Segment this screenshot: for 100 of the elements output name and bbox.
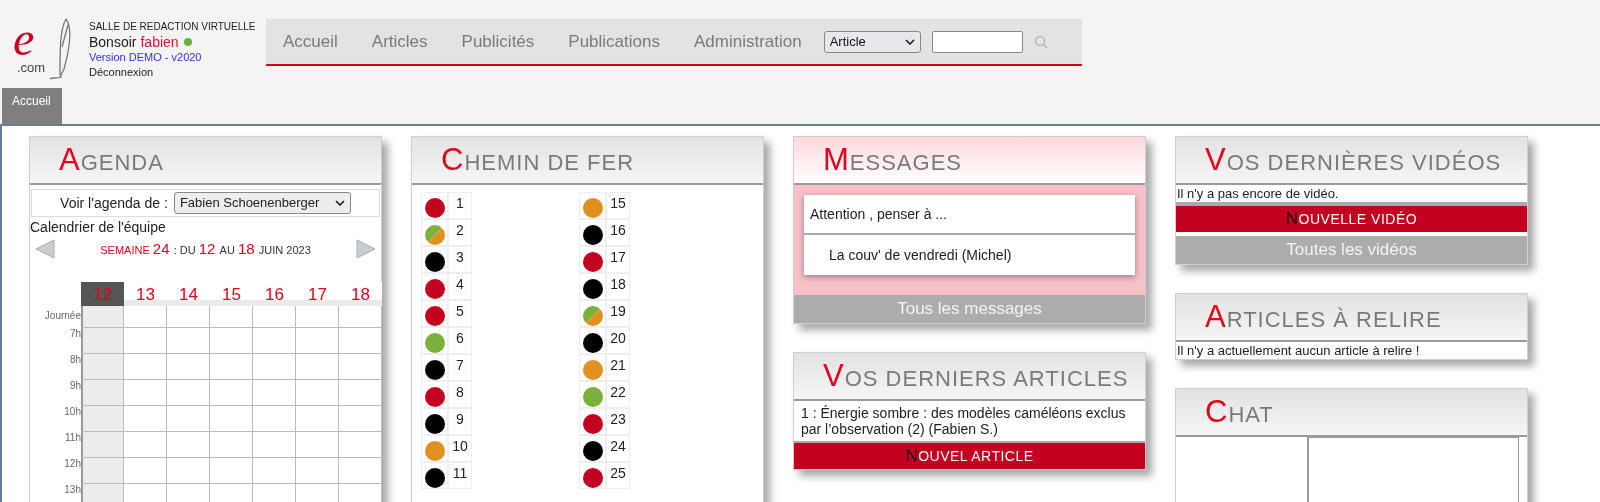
hour-label: 11h [64, 432, 81, 445]
page-number: 1 [448, 192, 472, 219]
card-title: ARTICLES À RELIRE [1205, 297, 1442, 336]
hour-label: 9h [68, 380, 81, 393]
nav-link[interactable]: Publications [568, 28, 660, 55]
calendar-slot[interactable] [81, 354, 124, 380]
empty-message: Il n'y a actuellement aucun article à relire ! [1176, 342, 1421, 359]
page-number: 3 [448, 246, 472, 273]
calendar-slot[interactable] [253, 354, 296, 380]
calendar-slot[interactable] [253, 380, 296, 406]
tab[interactable]: Accueil [2, 88, 62, 124]
day-header[interactable]: 18 [339, 282, 382, 306]
calendar-slot[interactable] [124, 354, 167, 380]
card-title: VOS DERNIERS ARTICLES [823, 356, 1129, 395]
page-number: 16 [606, 219, 630, 246]
page-number: 11 [448, 462, 472, 489]
calendar-slot[interactable] [167, 406, 210, 432]
calendar-slot[interactable] [124, 432, 167, 458]
previous-arrow-icon [34, 238, 56, 260]
calendar-slot[interactable] [167, 432, 210, 458]
version-link[interactable]: Version DEMO - v2020 [89, 50, 202, 65]
calendar-slot[interactable] [210, 380, 253, 406]
calendar-slot[interactable] [124, 406, 167, 432]
nav-link[interactable]: Administration [694, 28, 802, 55]
page-number: 7 [448, 354, 472, 381]
new-item-button[interactable]: NOUVELLE VIDÉO [1176, 206, 1527, 232]
page-number: 22 [606, 381, 630, 408]
calendar-slot[interactable] [253, 458, 296, 484]
page-number: 5 [448, 300, 472, 327]
calendar-slot[interactable] [167, 328, 210, 354]
page-number: 25 [606, 462, 630, 489]
logout-link[interactable]: Déconnexion [89, 65, 154, 80]
hour-label: 8h [68, 354, 81, 367]
calendar-slot[interactable] [167, 354, 210, 380]
calendar-slot[interactable] [210, 354, 253, 380]
calendar-slot[interactable] [296, 328, 339, 354]
hour-label: Journée [43, 309, 81, 323]
calendar-slot[interactable] [167, 306, 210, 328]
page-number: 24 [606, 435, 630, 462]
card-title: MESSAGES [823, 140, 962, 179]
calendar-slot[interactable] [81, 406, 124, 432]
calendar-slot[interactable] [339, 432, 382, 458]
nav-link[interactable]: Accueil [283, 28, 338, 55]
calendar-slot[interactable] [124, 458, 167, 484]
calendar-slot[interactable] [253, 328, 296, 354]
app-title: SALLE DE REDACTION VIRTUELLE [89, 20, 256, 34]
calendar-slot[interactable] [210, 406, 253, 432]
search-field[interactable] [931, 30, 1023, 53]
card-title: VOS DERNIÈRES VIDÉOS [1205, 140, 1502, 179]
hour-label: 10h [63, 406, 81, 419]
page-number: 19 [606, 300, 630, 327]
search-type-select[interactable]: Article [823, 30, 921, 53]
calendar-slot[interactable] [339, 306, 382, 328]
message-item[interactable]: Attention , penser à ... [804, 195, 1135, 235]
calendar-slot[interactable] [124, 328, 167, 354]
calendar-slot[interactable] [81, 328, 124, 354]
calendar-slot[interactable] [296, 432, 339, 458]
calendar-slot[interactable] [210, 458, 253, 484]
page-number: 20 [606, 327, 630, 354]
hour-label: 7h [68, 328, 81, 341]
calendar-slot[interactable] [296, 306, 339, 328]
card-title: CHAT [1205, 392, 1274, 431]
calendar-slot[interactable] [124, 306, 167, 328]
calendar-slot[interactable] [339, 328, 382, 354]
page-number: 23 [606, 408, 630, 435]
calendar-slot[interactable] [339, 380, 382, 406]
search-icon [1033, 34, 1048, 49]
calendar-slot[interactable] [210, 432, 253, 458]
new-item-button[interactable]: NOUVEL ARTICLE [794, 443, 1145, 469]
calendar-slot[interactable] [296, 354, 339, 380]
calendar-slot[interactable] [167, 380, 210, 406]
calendar-slot[interactable] [253, 406, 296, 432]
calendar-slot[interactable] [253, 306, 296, 328]
card-title: CHEMIN DE FER [441, 140, 635, 179]
calendar-slot[interactable] [339, 458, 382, 484]
agenda-select[interactable]: Fabien Schoenenberger [173, 192, 351, 214]
calendar-slot[interactable] [124, 380, 167, 406]
calendar-slot[interactable] [296, 458, 339, 484]
nav-link[interactable]: Articles [371, 28, 428, 55]
calendar-slot[interactable] [81, 306, 124, 328]
calendar-slot[interactable] [296, 406, 339, 432]
hour-label: 12h [63, 458, 81, 471]
page-number: 4 [448, 273, 472, 300]
page-number: 8 [448, 381, 472, 408]
calendar-slot[interactable] [210, 328, 253, 354]
page-number: 6 [448, 327, 472, 354]
calendar-slot[interactable] [81, 432, 124, 458]
calendar-slot[interactable] [167, 458, 210, 484]
calendar-slot[interactable] [339, 406, 382, 432]
calendar-slot[interactable] [210, 306, 253, 328]
nav-link[interactable]: Publicités [461, 28, 535, 55]
calendar-title: Calendrier de l'équipe [30, 218, 167, 236]
calendar-slot[interactable] [253, 432, 296, 458]
calendar-slot[interactable] [296, 380, 339, 406]
calendar-slot[interactable] [339, 354, 382, 380]
calendar-slot[interactable] [81, 380, 124, 406]
page-number: 17 [606, 246, 630, 273]
next-arrow-icon [355, 238, 377, 260]
calendar-slot[interactable] [81, 458, 124, 484]
message-item[interactable]: La couv' de vendredi (Michel) [804, 235, 1135, 275]
